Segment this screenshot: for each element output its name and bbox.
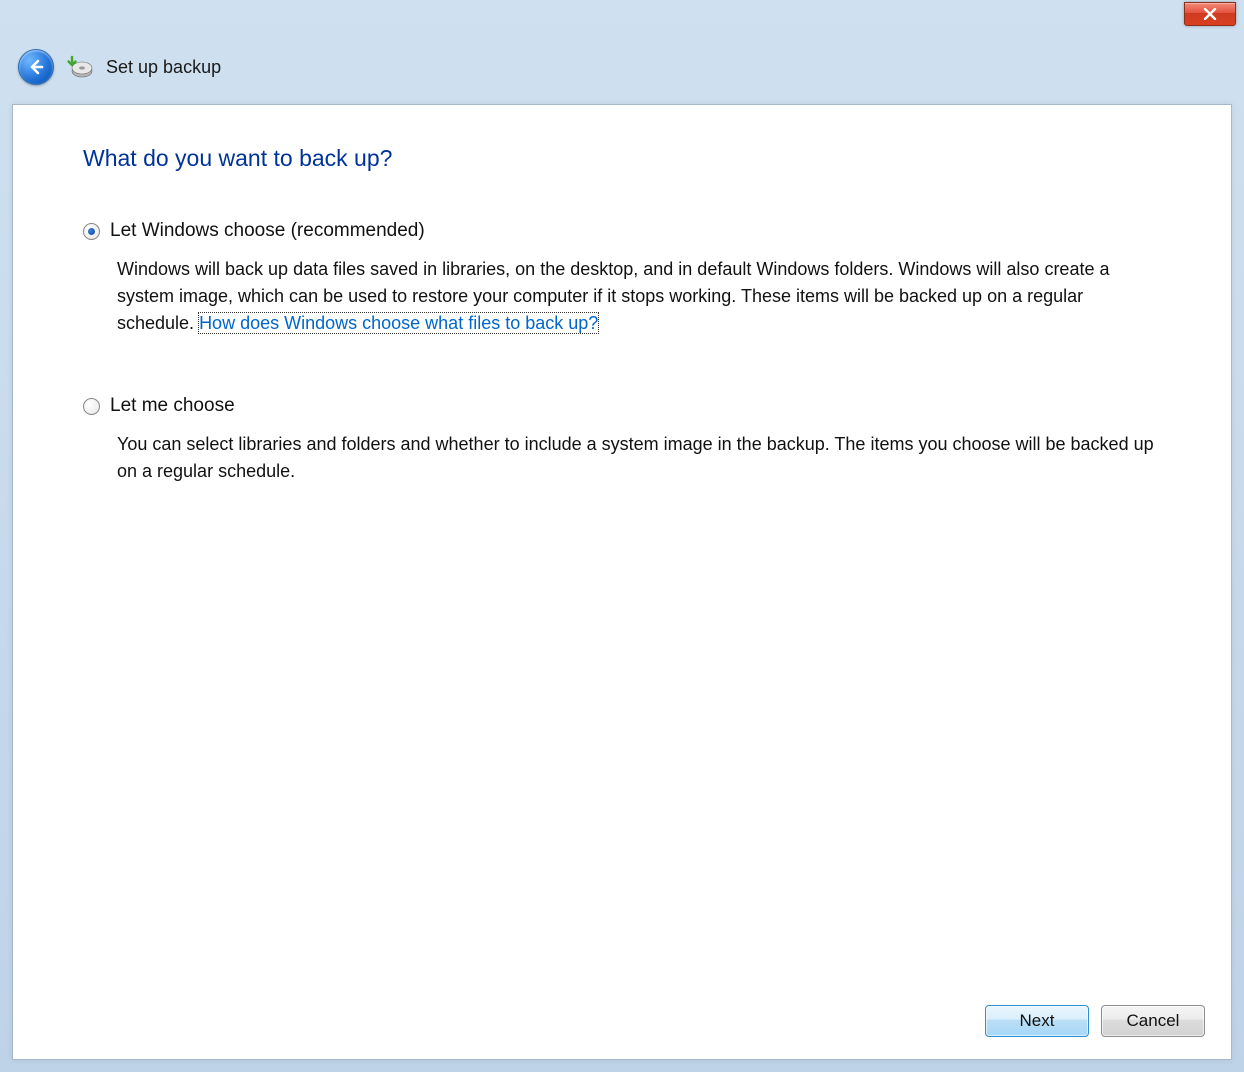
option-let-windows-choose-label: Let Windows choose (recommended) <box>110 220 425 242</box>
close-button[interactable] <box>1184 2 1236 26</box>
radio-let-windows-choose[interactable] <box>83 223 100 240</box>
wizard-window: Set up backup What do you want to back u… <box>0 0 1244 1072</box>
backup-wizard-icon <box>66 53 94 81</box>
option-let-me-choose-header[interactable]: Let me choose <box>83 395 1161 417</box>
back-button[interactable] <box>18 49 54 85</box>
option-let-windows-choose-desc: Windows will back up data files saved in… <box>83 256 1161 337</box>
content-inner: What do you want to back up? Let Windows… <box>13 105 1231 485</box>
option-let-me-choose-desc: You can select libraries and folders and… <box>83 431 1161 485</box>
button-row: Next Cancel <box>985 1005 1205 1037</box>
help-link-how-windows-chooses[interactable]: How does Windows choose what files to ba… <box>199 313 598 333</box>
titlebar <box>0 0 1244 32</box>
option-let-windows-choose: Let Windows choose (recommended) Windows… <box>83 220 1161 337</box>
radio-let-me-choose[interactable] <box>83 398 100 415</box>
close-icon <box>1203 8 1217 20</box>
option-let-me-choose: Let me choose You can select libraries a… <box>83 395 1161 485</box>
cancel-button[interactable]: Cancel <box>1101 1005 1205 1037</box>
wizard-title: Set up backup <box>106 57 221 78</box>
next-button[interactable]: Next <box>985 1005 1089 1037</box>
content-panel: What do you want to back up? Let Windows… <box>12 104 1232 1060</box>
arrow-left-icon <box>27 58 45 76</box>
header-row: Set up backup <box>0 32 1244 102</box>
option-let-windows-choose-header[interactable]: Let Windows choose (recommended) <box>83 220 1161 242</box>
option-let-me-choose-label: Let me choose <box>110 395 235 417</box>
page-heading: What do you want to back up? <box>83 145 1161 172</box>
